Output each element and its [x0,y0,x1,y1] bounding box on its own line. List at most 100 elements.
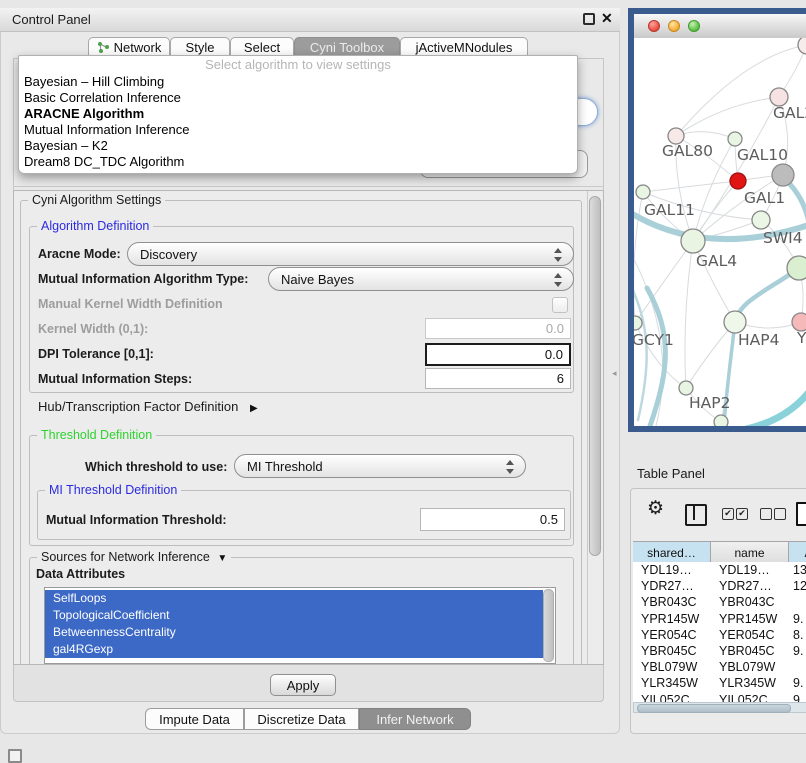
attribute-list-item[interactable]: gal4RGexp [45,641,543,658]
table-header-row: shared…nameA [633,541,806,564]
tab-infer-network[interactable]: Infer Network [359,708,471,730]
table-row[interactable]: YBR045CYBR045C9. [633,643,806,659]
network-node[interactable] [636,185,650,199]
network-edge [676,45,806,136]
combobox-value: Discovery [140,247,197,262]
network-edge [676,132,735,139]
table-panel: ⚙ ✔ ✔ shared…nameA YDL19…YDL19…13YDR27…Y… [630,488,806,734]
mac-minimize-button[interactable] [668,20,680,32]
algorithm-option[interactable]: Mutual Information Inference [19,122,577,138]
table-row[interactable]: YBL079WYBL079W [633,659,806,675]
algorithm-option[interactable]: Dream8 DC_TDC Algorithm [19,154,577,170]
tab-label: Select [244,40,280,55]
manual-kernel-checkbox[interactable] [552,297,568,313]
hub-definition-label: Hub/Transcription Factor Definition [38,399,238,414]
close-icon[interactable]: ✕ [601,10,613,27]
stepper-arrows-icon [554,272,563,288]
dpi-tolerance-input[interactable]: 0.0 [425,343,571,366]
manual-kernel-label: Manual Kernel Width Definition [38,297,223,311]
table-row[interactable]: YDL19…YDL19…13 [633,562,806,578]
attribute-list-item[interactable]: SelfLoops [45,590,543,607]
algorithm-option[interactable]: Bayesian – Hill Climbing [19,74,577,90]
tab-impute-data[interactable]: Impute Data [145,708,244,730]
table-cell: YBR045C [711,644,789,658]
network-node[interactable] [679,381,693,395]
list-scrollbar-thumb[interactable] [543,589,554,662]
deselect-all-checkbox-icon[interactable] [760,508,772,520]
attribute-list-item[interactable]: TopologicalCoefficient [45,607,543,624]
mi-type-combobox[interactable]: Naive Bayes [268,267,574,291]
aracne-mode-combobox[interactable]: Discovery [127,242,574,266]
group-title: Threshold Definition [37,428,156,442]
table-cell: YLR345W [633,676,711,690]
panel-divider-handle[interactable]: ◂ [612,368,617,379]
column-header[interactable]: shared… [633,542,711,563]
network-node[interactable] [724,311,746,333]
select-all-checkbox-icon[interactable]: ✔ [722,508,734,520]
table-hscrollbar-track[interactable] [633,702,806,713]
hub-definition-toggle[interactable]: Hub/Transcription Factor Definition ▶ [38,399,258,414]
tab-discretize-data[interactable]: Discretize Data [244,708,359,730]
table-panel-title: Table Panel [637,466,705,481]
deselect-all-checkbox-icon[interactable] [774,508,786,520]
network-node[interactable] [772,164,794,186]
float-panel-icon[interactable] [8,749,22,763]
network-graph[interactable]: GAL2GAL80GAL10GAL1GAL11SWI4GAL4GCY1HAP4Y… [634,38,806,426]
float-window-icon[interactable] [583,13,595,25]
mac-close-button[interactable] [648,20,660,32]
network-node[interactable] [714,415,728,426]
table-row[interactable]: YBR043CYBR043C [633,594,806,610]
algorithm-option[interactable]: ARACNE Algorithm [19,106,577,122]
export-table-icon[interactable] [796,502,806,526]
apply-button[interactable]: Apply [270,674,336,696]
network-node[interactable] [728,132,742,146]
table-cell: YBR043C [633,595,711,609]
network-window-titlebar[interactable] [634,14,806,39]
network-node[interactable] [752,211,770,229]
select-all-checkbox-icon[interactable]: ✔ [736,508,748,520]
table-cell: YPR145W [633,612,711,626]
table-hscrollbar-thumb[interactable] [637,704,791,713]
mi-threshold-input[interactable]: 0.5 [420,508,565,531]
columns-icon[interactable] [685,504,707,526]
table-row[interactable]: YER054CYER054C8. [633,627,806,643]
expand-arrow-icon: ▶ [250,403,258,414]
gear-icon[interactable]: ⚙ [647,497,664,520]
table-row[interactable]: YLR345WYLR345W9. [633,675,806,691]
column-header[interactable]: A [789,542,806,563]
table-cell: YPR145W [711,612,789,626]
data-attributes-list[interactable]: SelfLoopsTopologicalCoefficientBetweenne… [44,587,556,664]
network-node[interactable] [681,229,705,253]
mac-zoom-button[interactable] [688,20,700,32]
table-cell: YBL079W [711,660,789,674]
network-node[interactable] [798,38,806,54]
group-title: Cyni Algorithm Settings [28,193,165,207]
algorithm-option[interactable]: Basic Correlation Inference [19,90,577,106]
node-label: GAL1 [744,189,785,207]
settings-scrollbar-thumb[interactable] [589,196,601,556]
tab-label: jActiveMNodules [416,40,513,55]
network-node[interactable] [634,316,642,330]
node-label: GAL4 [696,252,737,270]
table-row[interactable]: YIL052CYIL052C9 [633,692,806,703]
table-row[interactable]: YDR27…YDR27…12 [633,578,806,594]
network-edge [685,241,693,388]
network-node[interactable] [730,173,746,189]
network-edge [643,181,738,192]
table-cell: YDL19… [633,563,711,577]
network-canvas[interactable]: GAL2GAL80GAL10GAL1GAL11SWI4GAL4GCY1HAP4Y… [634,38,806,426]
algorithm-option[interactable]: Bayesian – K2 [19,138,577,154]
column-header[interactable]: name [711,542,789,563]
mi-steps-input[interactable]: 6 [425,368,571,389]
node-label: HAP4 [738,331,779,349]
dpi-tolerance-label: DPI Tolerance [0,1]: [38,347,154,361]
table-cell: YBR045C [633,644,711,658]
attribute-list-item[interactable]: BetweennessCentrality [45,624,543,641]
network-node[interactable] [787,256,806,280]
table-cell: 8. [789,628,806,642]
which-threshold-combobox[interactable]: MI Threshold [234,454,526,478]
table-cell: 13 [789,563,806,577]
kernel-width-input[interactable]: 0.0 [425,318,571,339]
collapse-arrow-icon[interactable]: ▼ [217,553,227,564]
table-row[interactable]: YPR145WYPR145W9. [633,611,806,627]
